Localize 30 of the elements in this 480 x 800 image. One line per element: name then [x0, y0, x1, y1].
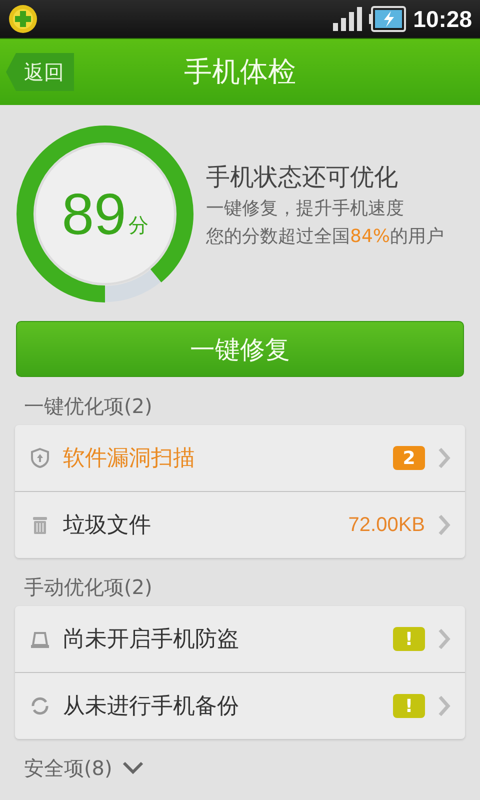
battery-charging-icon: [369, 6, 408, 32]
alert-badge: !: [393, 627, 425, 651]
section-title: 手动优化项(2): [24, 574, 152, 600]
sync-icon: [29, 695, 51, 717]
back-button[interactable]: 返回: [6, 53, 74, 91]
section-title[interactable]: 安全项(8): [24, 754, 112, 782]
count-badge: 2: [393, 446, 425, 470]
chevron-right-icon[interactable]: [437, 446, 451, 470]
alert-badge: !: [393, 694, 425, 718]
item-label[interactable]: 从未进行手机备份: [63, 691, 381, 721]
status-headline: 手机状态还可优化: [206, 162, 399, 193]
fix-button[interactable]: 一键修复: [16, 321, 464, 377]
page-title: 手机体检: [183, 54, 297, 90]
clock-time: 10:28: [413, 6, 472, 32]
chevron-down-icon[interactable]: [122, 761, 144, 775]
gauge-remainder: [104, 269, 161, 302]
chevron-right-icon[interactable]: [437, 627, 451, 651]
fix-hint: 一键修复，提升手机速度: [206, 197, 405, 221]
signal-icon: [333, 7, 364, 31]
ranking-text: 您的分数超过全国84%的用户: [206, 225, 444, 249]
shield-icon: [29, 447, 51, 469]
score-value: 89: [62, 180, 126, 248]
chevron-right-icon[interactable]: [437, 513, 451, 537]
section-title: 一键优化项(2): [24, 392, 152, 420]
item-label[interactable]: 尚未开启手机防盗: [63, 624, 381, 654]
item-label[interactable]: 垃圾文件: [63, 510, 336, 540]
app-logo-icon: [8, 4, 38, 34]
item-value: 72.00KB: [348, 514, 425, 536]
score-unit: 分: [128, 212, 148, 238]
chevron-right-icon[interactable]: [437, 694, 451, 718]
